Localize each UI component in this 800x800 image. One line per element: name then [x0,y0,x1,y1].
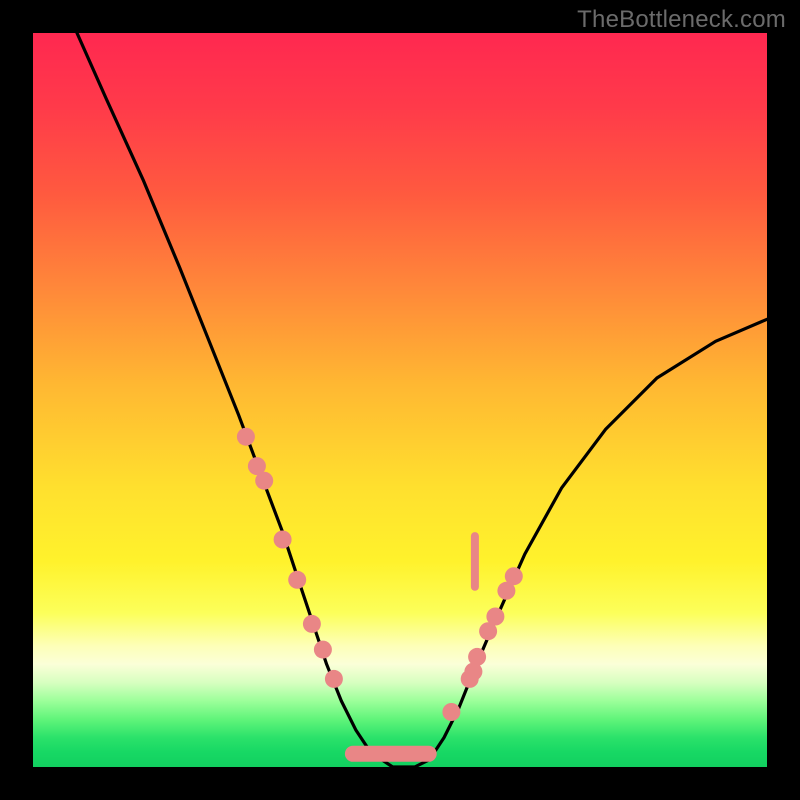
data-dot [314,641,332,659]
data-dot [468,648,486,666]
right-tick [471,532,479,591]
data-dot [442,703,460,721]
data-dot [255,472,273,490]
chart-frame: TheBottleneck.com [0,0,800,800]
dots-right [442,567,522,721]
chart-svg [33,33,767,767]
bottom-band [345,746,437,762]
curve-path [77,33,767,767]
watermark-text: TheBottleneck.com [577,6,786,34]
data-dot [288,571,306,589]
data-dot [486,608,504,626]
plot-area [33,33,767,767]
data-dot [237,428,255,446]
data-dot [303,615,321,633]
data-dot [505,567,523,585]
data-dot [325,670,343,688]
data-dot [274,531,292,549]
